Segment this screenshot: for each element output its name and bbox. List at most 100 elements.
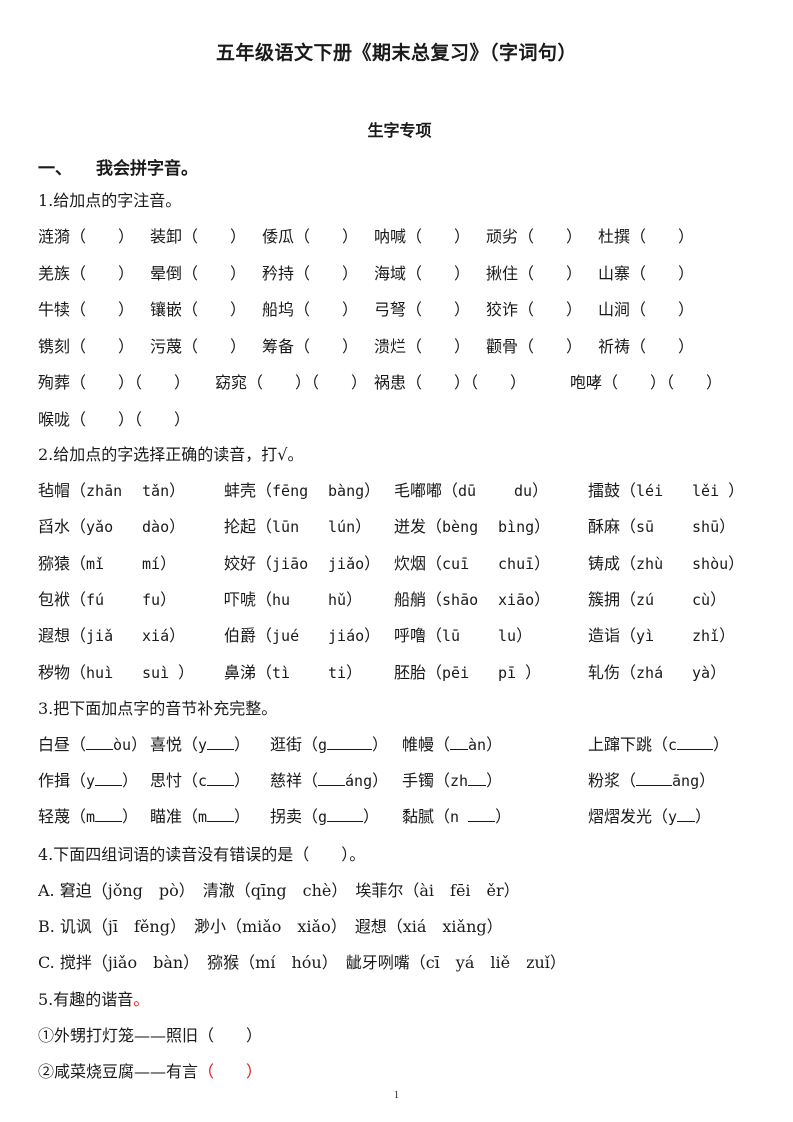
pinyin-option[interactable]: zhǐ — [692, 627, 719, 645]
pinyin-option[interactable]: dào — [142, 518, 169, 536]
q2-item: 舀水（yǎo dào） — [38, 516, 185, 538]
pinyin-option[interactable]: bèng — [442, 516, 498, 538]
q2-word: 毛嘟嘟（ — [394, 481, 459, 500]
pinyin-option[interactable]: lūn — [272, 516, 328, 538]
pinyin-option[interactable]: bàng — [328, 482, 364, 500]
pinyin-option[interactable]: cù — [692, 591, 710, 609]
pinyin-option[interactable]: pī — [498, 664, 525, 682]
close-paren: ） — [486, 735, 503, 754]
q2-item: 簇拥（zú cù） — [588, 589, 726, 611]
q3-item: 手镯（zh ） — [402, 770, 502, 792]
pinyin-option[interactable]: zhá — [636, 662, 692, 684]
close-paren: ） — [160, 553, 177, 573]
q2-item: 迸发（bèng bìng） — [394, 516, 550, 538]
q2-word: 遐想（ — [38, 626, 87, 646]
pinyin-option[interactable]: lěi — [692, 482, 728, 500]
fill-blank[interactable] — [86, 735, 114, 750]
q2-word: 酥麻（ — [588, 517, 637, 537]
fill-blank[interactable] — [207, 807, 235, 822]
syllable-prefix: m — [86, 808, 96, 826]
pinyin-option[interactable]: bìng — [498, 518, 534, 536]
fill-blank[interactable] — [450, 735, 469, 750]
fill-blank[interactable] — [95, 771, 123, 786]
fill-blank[interactable] — [677, 735, 714, 750]
pinyin-option[interactable]: léi — [636, 480, 692, 502]
close-paren: ） — [710, 589, 727, 609]
pinyin-option[interactable]: yà — [692, 664, 710, 682]
pinyin-option[interactable]: dū — [458, 480, 514, 502]
fill-blank[interactable] — [677, 807, 696, 822]
section-title: 生字专项 — [367, 121, 432, 140]
q1-item: 揪住（ ） — [486, 263, 583, 283]
syllable-suffix: āng — [672, 772, 700, 790]
pinyin-option[interactable]: jiǎo — [328, 555, 364, 573]
pinyin-option[interactable]: shāo — [442, 589, 498, 611]
pinyin-option[interactable]: shū — [692, 518, 719, 536]
pinyin-option[interactable]: du — [514, 482, 532, 500]
pinyin-option[interactable]: sū — [636, 516, 692, 538]
page-number: 1 — [394, 1090, 399, 1101]
pinyin-option[interactable]: mí — [142, 555, 160, 573]
fill-blank[interactable] — [318, 771, 346, 786]
pinyin-option[interactable]: mǐ — [86, 553, 142, 575]
fill-blank[interactable] — [327, 807, 364, 822]
q3-word: 思忖（ — [150, 771, 199, 790]
pinyin-option[interactable]: jiáo — [328, 627, 364, 645]
pinyin-option[interactable]: suì — [142, 664, 178, 682]
pinyin-option[interactable]: jué — [272, 625, 328, 647]
pinyin-option[interactable]: zhù — [636, 553, 692, 575]
fill-blank[interactable] — [468, 771, 487, 786]
q1-item: 装卸（ ） — [150, 227, 247, 246]
pinyin-option[interactable]: fu — [142, 591, 160, 609]
syllable-prefix: m — [198, 808, 208, 826]
q1-item: 船坞（ ） — [262, 300, 359, 319]
pinyin-option[interactable]: xiāo — [498, 591, 534, 609]
pinyin-option[interactable]: lu — [498, 627, 516, 645]
pinyin-option[interactable]: lū — [442, 625, 498, 647]
q3-item: 粉浆（ āng） — [588, 770, 715, 792]
close-paren: ） — [364, 553, 381, 573]
pinyin-option[interactable]: huì — [86, 662, 142, 684]
pinyin-option[interactable]: fú — [86, 589, 142, 611]
pinyin-option[interactable]: jiāo — [272, 553, 328, 575]
fill-blank[interactable] — [207, 735, 235, 750]
pinyin-option[interactable]: ti — [328, 664, 346, 682]
syllable-prefix: g — [318, 808, 328, 826]
pinyin-option[interactable]: shòu — [692, 555, 728, 573]
pinyin-option[interactable]: xiá — [142, 627, 169, 645]
fill-blank[interactable] — [636, 771, 673, 786]
part-number: 一、 — [38, 159, 72, 179]
q2-item: 包袱（fú fu） — [38, 589, 176, 611]
fill-blank[interactable] — [327, 735, 373, 750]
close-paren: ） — [719, 517, 736, 537]
pinyin-option[interactable]: jiǎ — [86, 625, 142, 647]
q2-word: 擂鼓（ — [588, 481, 637, 500]
pinyin-option[interactable]: zú — [636, 589, 692, 611]
q2-item: 船艄（shāo xiāo） — [394, 589, 550, 611]
close-paren: ） — [355, 517, 372, 537]
pinyin-option[interactable]: pēi — [442, 662, 498, 684]
pinyin-option[interactable]: lún — [328, 518, 355, 536]
pinyin-option[interactable]: hu — [272, 589, 328, 611]
q1-item: 顽劣（ ） — [486, 227, 583, 246]
pinyin-option[interactable]: tì — [272, 662, 328, 684]
q2-item: 姣好（jiāo jiǎo） — [224, 553, 380, 575]
pinyin-option[interactable]: fēng — [272, 480, 328, 502]
pinyin-option[interactable]: cuī — [442, 553, 498, 575]
pinyin-option[interactable]: yǎo — [86, 516, 142, 538]
syllable-prefix: n — [450, 808, 469, 826]
fill-blank[interactable] — [95, 807, 123, 822]
close-paren: ） — [122, 771, 139, 790]
pinyin-option[interactable]: yì — [636, 625, 692, 647]
fill-blank[interactable] — [207, 771, 235, 786]
pinyin-option[interactable]: chuī — [498, 555, 534, 573]
q3-word: 轻蔑（ — [38, 807, 87, 826]
fill-blank[interactable] — [468, 807, 496, 822]
close-paren: ） — [160, 589, 177, 609]
pinyin-option[interactable]: hǔ — [328, 591, 346, 609]
pinyin-option[interactable]: tǎn — [142, 482, 169, 500]
q3-word: 上蹿下跳（ — [588, 735, 669, 754]
q4-title: 4.下面四组词语的读音没有错误的是（ ）。 — [38, 845, 366, 864]
pinyin-option[interactable]: zhān — [86, 480, 142, 502]
q3-word: 帷幔（ — [402, 735, 451, 754]
